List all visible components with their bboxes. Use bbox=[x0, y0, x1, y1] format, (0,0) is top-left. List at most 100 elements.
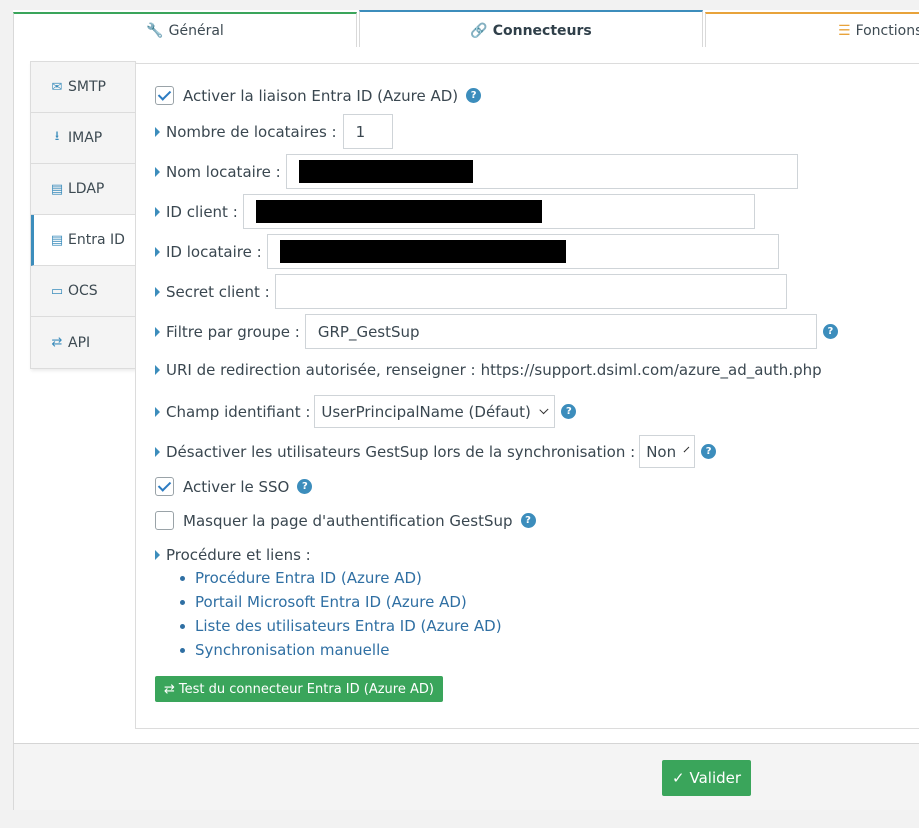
help-icon[interactable]: ? bbox=[466, 88, 482, 103]
tenant-name-row: Nom locataire : bbox=[155, 154, 798, 189]
procedure-row: Procédure et liens : bbox=[155, 546, 311, 564]
list-item: Liste des utilisateurs Entra ID (Azure A… bbox=[180, 614, 502, 638]
sso-row: Activer le SSO ? bbox=[155, 477, 313, 496]
chevron-down-icon bbox=[683, 446, 690, 453]
tenants-row: Nombre de locataires : 1 bbox=[155, 114, 393, 149]
list-item: Synchronisation manuelle bbox=[180, 638, 502, 662]
list-item: Procédure Entra ID (Azure AD) bbox=[180, 566, 502, 590]
tab-fonctions[interactable]: ☰ Fonctions bbox=[705, 12, 919, 48]
caret-right-icon bbox=[155, 286, 160, 297]
sso-checkbox[interactable] bbox=[155, 477, 174, 496]
main-panel: ✉ SMTP ⭳ IMAP ▤ LDAP ▤ Entra ID ▭ OCS ⇄ … bbox=[13, 47, 919, 744]
caret-right-icon bbox=[155, 406, 160, 417]
exchange-icon: ⇄ bbox=[164, 681, 175, 697]
client-secret-label: Secret client : bbox=[166, 282, 270, 301]
link-portal[interactable]: Portail Microsoft Entra ID (Azure AD) bbox=[195, 593, 467, 611]
help-icon[interactable]: ? bbox=[520, 513, 536, 528]
group-filter-input[interactable]: GRP_GestSup bbox=[304, 314, 817, 349]
caret-right-icon bbox=[155, 166, 160, 177]
list-check-icon: ☰ bbox=[838, 22, 851, 39]
disable-users-label: Désactiver les utilisateurs GestSup lors… bbox=[166, 442, 636, 461]
client-id-row: ID client : bbox=[155, 194, 755, 229]
side-tab-label: SMTP bbox=[68, 79, 106, 95]
links-list: Procédure Entra ID (Azure AD) Portail Mi… bbox=[180, 566, 502, 662]
caret-right-icon bbox=[155, 206, 160, 217]
desktop-icon: ▭ bbox=[50, 283, 64, 299]
redacted-value bbox=[279, 240, 566, 263]
client-id-input[interactable] bbox=[242, 194, 755, 229]
caret-right-icon bbox=[155, 550, 160, 560]
tenant-id-label: ID locataire : bbox=[166, 242, 262, 261]
enable-entra-checkbox[interactable] bbox=[155, 86, 174, 105]
side-tab-entra-id[interactable]: ▤ Entra ID bbox=[31, 215, 139, 266]
test-connector-button[interactable]: ⇄ Test du connecteur Entra ID (Azure AD) bbox=[155, 676, 443, 702]
group-filter-row: Filtre par groupe : GRP_GestSup ? bbox=[155, 314, 838, 349]
disable-users-row: Désactiver les utilisateurs GestSup lors… bbox=[155, 435, 717, 468]
help-icon[interactable]: ? bbox=[561, 404, 577, 419]
link-user-list[interactable]: Liste des utilisateurs Entra ID (Azure A… bbox=[195, 617, 502, 635]
side-tab-smtp[interactable]: ✉ SMTP bbox=[31, 62, 135, 113]
form-footer: ✓ Valider bbox=[13, 743, 919, 810]
submit-button[interactable]: ✓ Valider bbox=[662, 760, 751, 796]
group-filter-label: Filtre par groupe : bbox=[166, 322, 300, 341]
side-tab-label: Entra ID bbox=[68, 232, 125, 248]
hide-auth-checkbox[interactable] bbox=[155, 511, 174, 530]
link-procedure[interactable]: Procédure Entra ID (Azure AD) bbox=[195, 569, 422, 587]
connector-side-tabs: ✉ SMTP ⭳ IMAP ▤ LDAP ▤ Entra ID ▭ OCS ⇄ … bbox=[30, 61, 139, 369]
help-icon[interactable]: ? bbox=[297, 479, 313, 494]
sso-label: Activer le SSO bbox=[183, 477, 290, 496]
wrench-icon: 🔧 bbox=[146, 22, 164, 39]
caret-right-icon bbox=[155, 365, 160, 375]
caret-right-icon bbox=[155, 246, 160, 257]
download-icon: ⭳ bbox=[54, 129, 60, 144]
redacted-value bbox=[255, 200, 542, 223]
tab-general-label: Général bbox=[168, 22, 224, 39]
client-secret-row: Secret client : bbox=[155, 274, 787, 309]
submit-label: Valider bbox=[689, 769, 742, 787]
entra-id-settings: Activer la liaison Entra ID (Azure AD) ?… bbox=[135, 63, 919, 729]
client-id-label: ID client : bbox=[166, 202, 238, 221]
side-tab-label: LDAP bbox=[68, 181, 105, 197]
tenant-id-row: ID locataire : bbox=[155, 234, 779, 269]
tenants-count-input[interactable]: 1 bbox=[342, 114, 393, 149]
side-tab-ocs[interactable]: ▭ OCS bbox=[31, 266, 135, 317]
caret-right-icon bbox=[155, 126, 160, 137]
client-secret-input[interactable] bbox=[274, 274, 787, 309]
disable-users-selected: Non bbox=[646, 442, 677, 461]
tenant-id-input[interactable] bbox=[266, 234, 779, 269]
chevron-down-icon bbox=[539, 405, 549, 414]
side-tab-ldap[interactable]: ▤ LDAP bbox=[31, 164, 135, 215]
enable-entra-label: Activer la liaison Entra ID (Azure AD) bbox=[183, 86, 459, 105]
help-icon[interactable]: ? bbox=[701, 444, 717, 459]
top-tab-bar: 🔧 Général 🔗 Connecteurs ☰ Fonctions bbox=[13, 10, 919, 49]
help-icon[interactable]: ? bbox=[822, 324, 838, 339]
tab-fonctions-label: Fonctions bbox=[855, 22, 919, 39]
book-icon: ▤ bbox=[50, 181, 64, 197]
hide-auth-row: Masquer la page d'authentification GestS… bbox=[155, 511, 536, 530]
tenant-name-input[interactable] bbox=[285, 154, 798, 189]
side-tab-label: IMAP bbox=[68, 130, 103, 146]
list-item: Portail Microsoft Entra ID (Azure AD) bbox=[180, 590, 502, 614]
check-icon: ✓ bbox=[671, 769, 685, 787]
tenant-name-label: Nom locataire : bbox=[166, 162, 281, 181]
disable-users-select[interactable]: Non bbox=[639, 435, 696, 468]
side-tab-imap[interactable]: ⭳ IMAP bbox=[31, 113, 135, 164]
enable-entra-row: Activer la liaison Entra ID (Azure AD) ? bbox=[155, 86, 482, 105]
id-field-selected: UserPrincipalName (Défaut) bbox=[321, 402, 531, 421]
redirect-uri-label: URI de redirection autorisée, renseigner… bbox=[166, 361, 476, 379]
exchange-icon: ⇄ bbox=[51, 335, 63, 350]
side-tab-label: OCS bbox=[68, 283, 98, 299]
id-field-row: Champ identifiant : UserPrincipalName (D… bbox=[155, 395, 577, 428]
tab-general[interactable]: 🔧 Général bbox=[13, 12, 357, 48]
id-field-select[interactable]: UserPrincipalName (Défaut) bbox=[314, 395, 556, 428]
envelope-icon: ✉ bbox=[51, 79, 63, 95]
caret-right-icon bbox=[155, 446, 160, 457]
tab-connecteurs[interactable]: 🔗 Connecteurs bbox=[359, 10, 703, 49]
link-icon: 🔗 bbox=[470, 22, 488, 39]
redirect-uri-row: URI de redirection autorisée, renseigner… bbox=[155, 361, 822, 379]
link-manual-sync[interactable]: Synchronisation manuelle bbox=[195, 641, 389, 659]
side-tab-api[interactable]: ⇄ API bbox=[31, 317, 135, 368]
test-connector-label: Test du connecteur Entra ID (Azure AD) bbox=[178, 681, 434, 697]
caret-right-icon bbox=[155, 326, 160, 337]
tenants-label: Nombre de locataires : bbox=[166, 122, 337, 141]
